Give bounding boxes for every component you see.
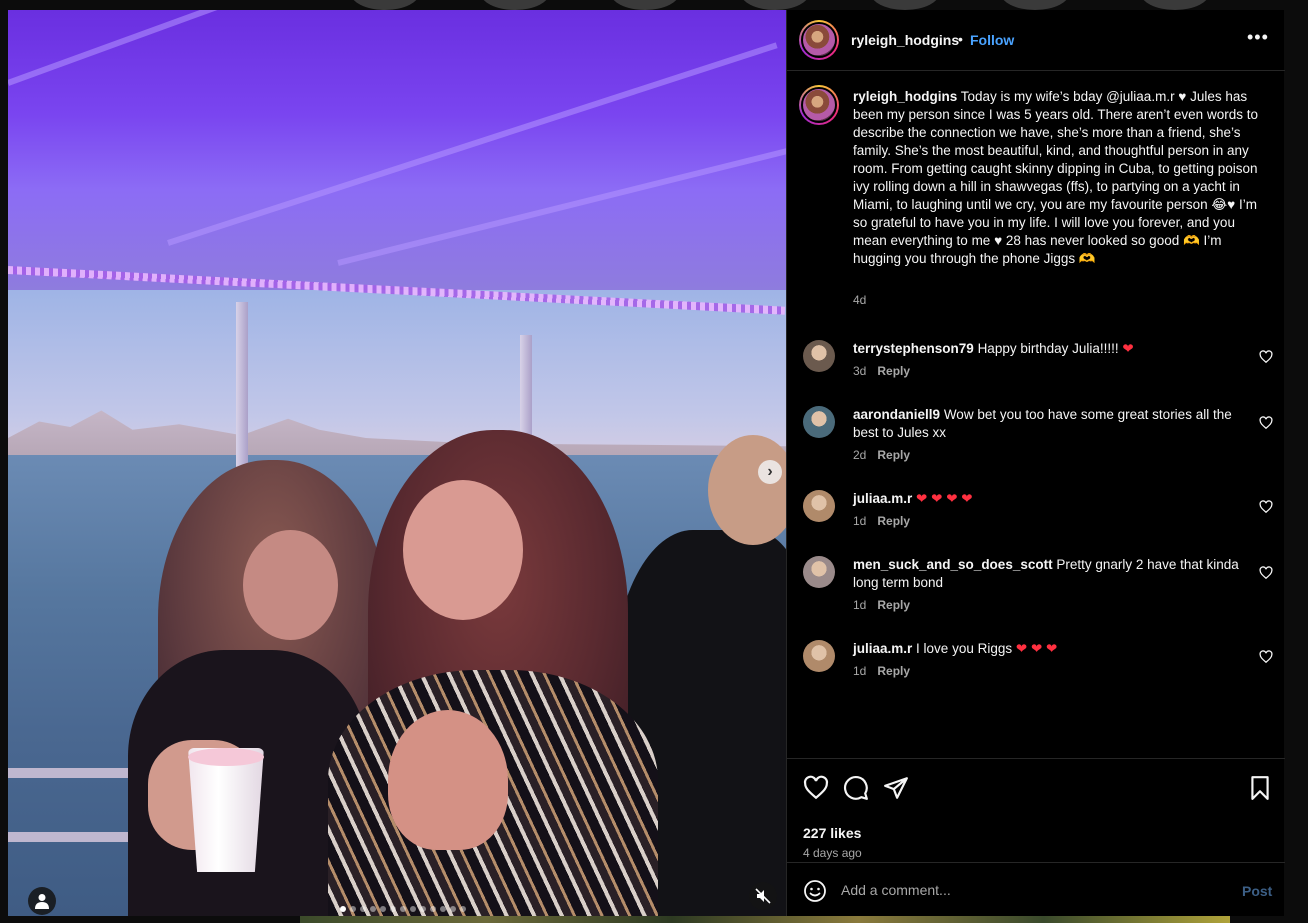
story-avatar xyxy=(740,0,810,10)
comment-time[interactable]: 1d xyxy=(853,514,866,528)
commenter-username[interactable]: aarondaniell9 xyxy=(853,407,940,422)
comment-icon[interactable] xyxy=(843,775,869,801)
carousel-dot xyxy=(460,906,466,912)
carousel-dot xyxy=(430,906,436,912)
tagged-users-button[interactable] xyxy=(28,887,56,915)
comment-meta: 1d Reply xyxy=(853,598,910,612)
carousel-dot xyxy=(360,906,366,912)
heart-icon[interactable] xyxy=(1259,350,1273,364)
like-count[interactable]: 227 likes xyxy=(803,825,861,841)
heart-icon[interactable] xyxy=(803,775,829,801)
carousel-dot xyxy=(390,906,396,912)
boat-canopy xyxy=(8,10,786,310)
reply-button[interactable]: Reply xyxy=(877,664,910,678)
heart-icon[interactable] xyxy=(1259,566,1273,580)
heart-icon[interactable] xyxy=(1259,650,1273,664)
user-icon xyxy=(35,894,49,909)
story-avatar xyxy=(350,0,420,10)
comment-text: Happy birthday Julia!!!!! ❤ xyxy=(977,341,1134,356)
story-avatar xyxy=(610,0,680,10)
comment-input[interactable] xyxy=(841,879,1221,901)
post-side-panel: ryleigh_hodgins • Follow ••• ryleigh_hod… xyxy=(786,10,1285,916)
comment-time[interactable]: 3d xyxy=(853,364,866,378)
carousel-dot xyxy=(410,906,416,912)
mute-button[interactable] xyxy=(749,882,777,910)
comment-meta: 1d Reply xyxy=(853,664,910,678)
comment-time[interactable]: 2d xyxy=(853,448,866,462)
comment-text-block: terrystephenson79 Happy birthday Julia!!… xyxy=(853,340,1253,358)
comment-text-block: juliaa.m.r I love you Riggs ❤ ❤ ❤ xyxy=(853,640,1253,658)
boat-rail xyxy=(8,832,128,842)
commenter-username[interactable]: men_suck_and_so_does_scott xyxy=(853,557,1053,572)
carousel-dot xyxy=(440,906,446,912)
comments-section[interactable]: ryleigh_hodgins Today is my wife’s bday … xyxy=(787,72,1285,758)
commenter-avatar[interactable] xyxy=(803,490,835,522)
author-avatar[interactable] xyxy=(799,20,839,60)
next-slide-button[interactable]: › xyxy=(758,460,782,484)
post-actions: 227 likes 4 days ago xyxy=(787,758,1285,862)
author-username[interactable]: ryleigh_hodgins xyxy=(851,32,959,48)
more-options-icon[interactable]: ••• xyxy=(1247,27,1269,48)
story-avatar xyxy=(1140,0,1210,10)
post-date[interactable]: 4 days ago xyxy=(803,846,862,860)
commenter-username[interactable]: juliaa.m.r xyxy=(853,491,912,506)
caption-username[interactable]: ryleigh_hodgins xyxy=(853,89,957,104)
comment-meta: 2d Reply xyxy=(853,448,910,462)
story-avatar xyxy=(1000,0,1070,10)
bookmark-icon[interactable] xyxy=(1247,775,1273,801)
heart-icon[interactable] xyxy=(1259,416,1273,430)
caption: ryleigh_hodgins Today is my wife’s bday … xyxy=(853,88,1263,268)
person-center-neckline xyxy=(388,710,508,850)
commenter-avatar[interactable] xyxy=(803,640,835,672)
plastic-cup xyxy=(188,748,264,872)
separator-dot: • xyxy=(958,31,963,47)
comment-text: I love you Riggs ❤ ❤ ❤ xyxy=(916,641,1058,656)
feed-image-strip xyxy=(300,916,1230,923)
post-media[interactable]: › xyxy=(8,10,786,916)
carousel-dot xyxy=(350,906,356,912)
carousel-dot xyxy=(370,906,376,912)
person-left-face xyxy=(243,530,338,640)
emoji-icon[interactable] xyxy=(803,879,827,903)
carousel-dot xyxy=(400,906,406,912)
post-comment-button[interactable]: Post xyxy=(1242,883,1272,899)
add-comment-bar: Post xyxy=(787,862,1285,916)
commenter-avatar[interactable] xyxy=(803,406,835,438)
comment-text: ❤ ❤ ❤ ❤ xyxy=(916,491,973,506)
carousel-indicator xyxy=(340,906,466,912)
carousel-dot xyxy=(340,906,346,912)
reply-button[interactable]: Reply xyxy=(877,514,910,528)
story-strip xyxy=(300,0,1300,10)
reply-button[interactable]: Reply xyxy=(877,364,910,378)
comment-time[interactable]: 1d xyxy=(853,664,866,678)
caption-timestamp: 4d xyxy=(853,293,867,307)
story-avatar xyxy=(480,0,550,10)
commenter-avatar[interactable] xyxy=(803,340,835,372)
send-icon[interactable] xyxy=(883,775,909,801)
person-center-face xyxy=(403,480,523,620)
cup-rim xyxy=(188,748,264,766)
comment-meta: 1d Reply xyxy=(853,514,910,528)
comment-time[interactable]: 1d xyxy=(853,598,866,612)
carousel-dot xyxy=(380,906,386,912)
commenter-avatar[interactable] xyxy=(803,556,835,588)
comment-meta: 3d Reply xyxy=(853,364,910,378)
comment-text-block: men_suck_and_so_does_scott Pretty gnarly… xyxy=(853,556,1253,592)
follow-button[interactable]: Follow xyxy=(970,32,1014,48)
heart-icon[interactable] xyxy=(1259,500,1273,514)
story-avatar xyxy=(870,0,940,10)
carousel-dot xyxy=(450,906,456,912)
commenter-username[interactable]: terrystephenson79 xyxy=(853,341,974,356)
carousel-dot xyxy=(420,906,426,912)
caption-text: Today is my wife’s bday @juliaa.m.r ♥ Ju… xyxy=(853,89,1258,266)
caption-author-avatar[interactable] xyxy=(799,85,839,125)
reply-button[interactable]: Reply xyxy=(877,448,910,462)
post-header: ryleigh_hodgins • Follow ••• xyxy=(787,10,1285,71)
comment-text-block: aarondaniell9 Wow bet you too have some … xyxy=(853,406,1253,442)
comment-text-block: juliaa.m.r ❤ ❤ ❤ ❤ xyxy=(853,490,1253,508)
commenter-username[interactable]: juliaa.m.r xyxy=(853,641,912,656)
speaker-muted-icon xyxy=(755,888,771,904)
reply-button[interactable]: Reply xyxy=(877,598,910,612)
